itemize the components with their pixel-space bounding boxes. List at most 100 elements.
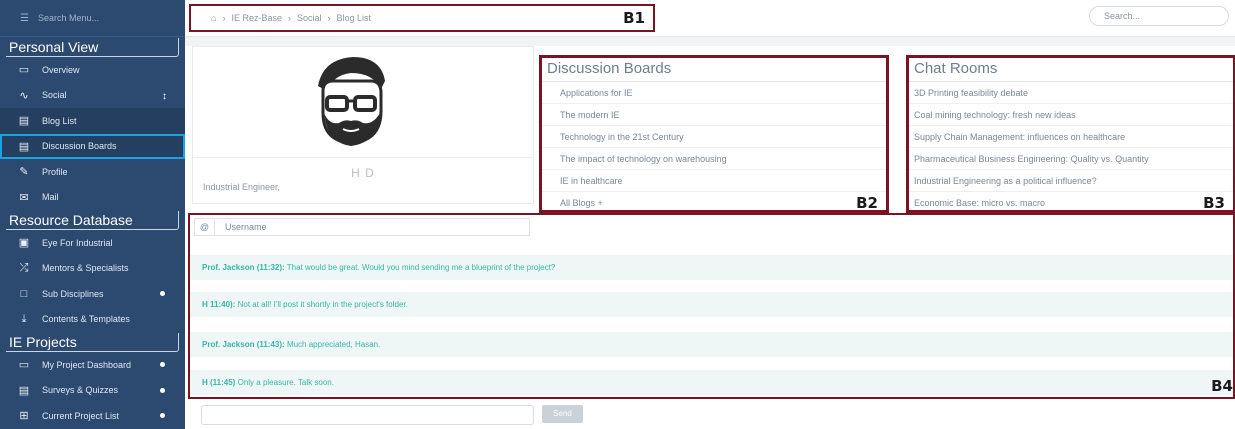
search-menu-icon: ☰ — [20, 12, 29, 24]
folder-icon: □ — [20, 287, 28, 300]
sidebar-item-overview[interactable]: ▭ Overview — [0, 57, 185, 83]
chat-room-item[interactable]: Pharmaceutical Business Engineering: Qua… — [909, 148, 1233, 170]
top-search-input[interactable]: Search... — [1089, 6, 1229, 26]
dot-indicator-icon — [160, 387, 165, 393]
grid-icon: ⊞ — [19, 410, 29, 423]
username-label: Username — [225, 222, 267, 232]
sidebar-item-surveys-quizzes[interactable]: ▤ Surveys & Quizzes — [0, 378, 185, 404]
discussion-item[interactable]: Applications for IE — [542, 82, 886, 104]
board-icon: ▤ — [18, 140, 30, 153]
chat-rooms-panel: Chat Rooms 3D Printing feasibility debat… — [906, 55, 1235, 214]
sidebar-search-placeholder: Search Menu... — [38, 13, 100, 23]
section-personal-view: Personal View — [6, 38, 179, 57]
download-icon: ⤓ — [21, 312, 27, 325]
home-icon[interactable]: ⌂ — [211, 13, 216, 23]
breadcrumb: ⌂ › IE Rez-Base › Social › Blog List B1 — [189, 4, 655, 32]
username-field[interactable]: @ Username — [194, 218, 530, 236]
sidebar-item-social[interactable]: ∿ Social ↕ — [0, 83, 185, 109]
sidebar-item-blog-list[interactable]: ▤ Blog List — [0, 108, 185, 134]
region-label-b2: B2 — [856, 194, 878, 212]
sidebar-item-project-dashboard[interactable]: ▭ My Project Dashboard — [0, 352, 185, 378]
sidebar-item-label: Eye For Industrial — [42, 237, 113, 248]
rss-icon: ∿ — [19, 89, 29, 102]
sidebar-item-label: Sub Disciplines — [42, 288, 104, 299]
breadcrumb-separator-icon: › — [327, 13, 331, 23]
discussion-item[interactable]: The modern IE — [542, 104, 886, 126]
dot-indicator-icon — [160, 413, 165, 418]
breadcrumb-separator-icon: › — [287, 13, 291, 23]
sidebar-item-label: Social — [42, 90, 67, 101]
sidebar-item-profile[interactable]: ✎ Profile — [0, 159, 185, 185]
sidebar-item-contents-templates[interactable]: ⤓ Contents & Templates — [0, 307, 185, 333]
top-bar: ⌂ › IE Rez-Base › Social › Blog List B1 … — [185, 0, 1235, 37]
section-resource-database: Resource Database — [6, 211, 179, 230]
sidebar-item-mentors[interactable]: ⤮ Mentors & Specialists — [0, 256, 185, 282]
sidebar-item-label: Overview — [42, 64, 80, 75]
message-author: H (11:45) — [202, 378, 236, 387]
discussion-item[interactable]: IE in healthcare — [542, 170, 886, 192]
sidebar-item-label: Mail — [42, 192, 59, 203]
breadcrumb-item[interactable]: IE Rez-Base — [231, 13, 282, 23]
chat-room-item[interactable]: Supply Chain Management: influences on h… — [909, 126, 1233, 148]
desktop-icon: ▭ — [18, 359, 30, 372]
sidebar-item-label: My Project Dashboard — [42, 359, 132, 370]
panel-title: Chat Rooms — [909, 58, 1233, 82]
message-text: Not at all! I'll post it shortly in the … — [237, 300, 408, 309]
breadcrumb-item[interactable]: Social — [297, 13, 322, 23]
region-label-b1: B1 — [623, 9, 645, 27]
chat-room-item[interactable]: Economic Base: micro vs. macro — [909, 192, 1233, 214]
chat-message: H 11:40): Not at all! I'll post it short… — [190, 292, 1233, 317]
message-text: Much appreciated, Hasan. — [286, 340, 381, 349]
chat-message: Prof. Jackson (11:32): That would be gre… — [190, 255, 1233, 280]
breadcrumb-item[interactable]: Blog List — [336, 13, 371, 23]
message-author: H 11:40): — [202, 300, 236, 309]
sidebar-item-sub-disciplines[interactable]: □ Sub Disciplines — [0, 281, 185, 307]
sidebar-item-label: Surveys & Quizzes — [42, 385, 119, 396]
dot-indicator-icon — [160, 362, 165, 367]
message-text: That would be great. Would you mind send… — [286, 263, 556, 272]
chat-room-item[interactable]: 3D Printing feasibility debate — [909, 82, 1233, 104]
message-author: Prof. Jackson (11:32): — [202, 263, 285, 272]
sidebar-item-label: Contents & Templates — [42, 314, 130, 325]
chat-message: H (11:45) Only a pleasure. Talk soon. — [190, 370, 1233, 395]
sidebar-search[interactable]: ☰ Search Menu... — [0, 0, 185, 37]
profile-role: Industrial Engineer, — [203, 182, 281, 192]
dot-indicator-icon — [160, 291, 165, 296]
expand-indicator-icon: ↕ — [162, 90, 167, 102]
chat-room-item[interactable]: Industrial Engineering as a political in… — [909, 170, 1233, 192]
breadcrumb-separator-icon: › — [222, 13, 226, 23]
message-text: Only a pleasure. Talk soon. — [237, 378, 334, 387]
message-input[interactable] — [201, 405, 534, 425]
chat-log: @ Username Prof. Jackson (11:32): That w… — [188, 213, 1235, 399]
message-author: Prof. Jackson (11:43): — [202, 340, 285, 349]
list-icon: ▤ — [18, 384, 30, 397]
discussion-item[interactable]: The impact of technology on warehousing — [542, 148, 886, 170]
chat-room-item[interactable]: Coal mining technology: fresh new ideas — [909, 104, 1233, 126]
section-ie-projects: IE Projects — [6, 333, 179, 352]
mail-icon: ✉ — [19, 191, 29, 204]
content-divider — [185, 37, 1235, 46]
at-icon: @ — [195, 219, 215, 235]
chat-message: Prof. Jackson (11:43): Much appreciated,… — [190, 332, 1233, 357]
sidebar-item-current-project-list[interactable]: ⊞ Current Project List — [0, 403, 185, 429]
send-button[interactable]: Send — [542, 405, 583, 423]
shuffle-icon: ⤮ — [19, 261, 29, 274]
all-blogs-link[interactable]: All Blogs + — [542, 192, 886, 214]
panel-title: Discussion Boards — [542, 58, 886, 82]
profile-name: H D — [193, 157, 533, 180]
sidebar-item-eye-for-industrial[interactable]: ▣ Eye For Industrial — [0, 230, 185, 256]
sidebar: ☰ Search Menu... Personal View ▭ Overvie… — [0, 0, 185, 429]
profile-card: H D Industrial Engineer, — [192, 46, 534, 204]
sidebar-item-discussion-boards[interactable]: ▤ Discussion Boards — [0, 133, 185, 159]
discussion-boards-panel: Discussion Boards Applications for IE Th… — [539, 55, 889, 214]
sidebar-item-mail[interactable]: ✉ Mail — [0, 185, 185, 211]
document-icon: ▤ — [18, 115, 30, 128]
sidebar-item-label: Profile — [42, 166, 68, 177]
sidebar-item-label: Discussion Boards — [42, 141, 117, 152]
edit-icon: ✎ — [19, 166, 29, 179]
sidebar-item-label: Current Project List — [42, 410, 120, 421]
discussion-item[interactable]: Technology in the 21st Century — [542, 126, 886, 148]
monitor-icon: ▭ — [18, 64, 30, 77]
region-label-b4: B4 — [1211, 377, 1233, 395]
avatar — [318, 57, 385, 146]
